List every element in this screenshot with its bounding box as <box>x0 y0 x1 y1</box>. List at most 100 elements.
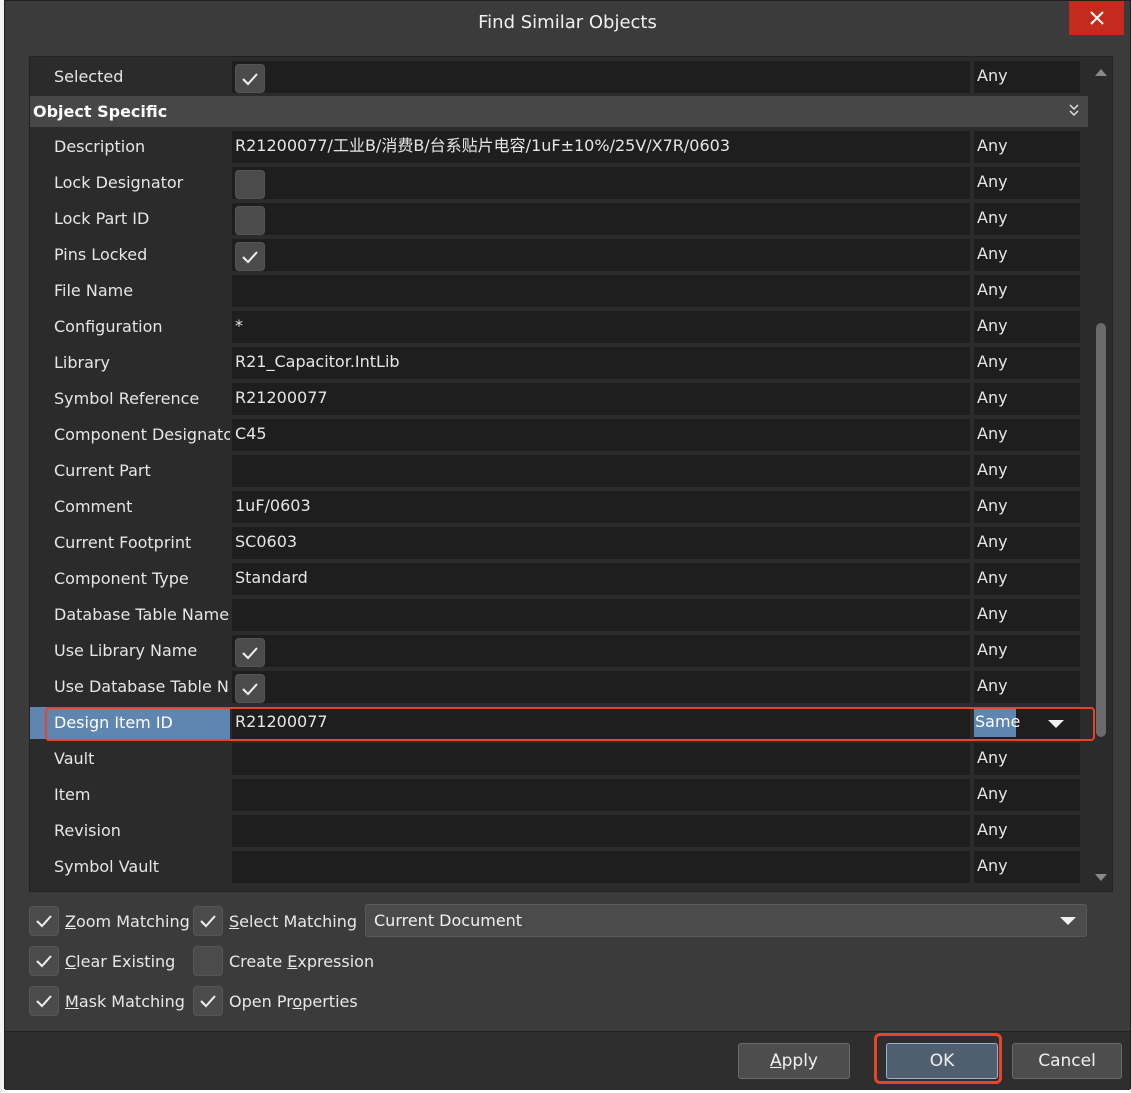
match-select[interactable]: Same <box>974 707 1080 739</box>
create-expression-option[interactable]: Create Expression <box>193 946 374 976</box>
match-select[interactable]: Any <box>974 635 1080 667</box>
property-value[interactable] <box>232 671 970 703</box>
selected-checkbox[interactable] <box>235 64 265 93</box>
property-label: Selected <box>54 67 124 86</box>
dropdown-arrow-icon[interactable] <box>1048 720 1064 728</box>
section-title: Object Specific <box>33 102 168 121</box>
property-label: Component Designator <box>54 425 230 444</box>
clear-existing-option[interactable]: Clear Existing <box>29 946 175 976</box>
apply-button[interactable]: Apply <box>738 1043 850 1079</box>
double-chevron-down-icon[interactable] <box>1068 96 1080 127</box>
property-label: Design Item ID <box>30 707 230 739</box>
property-label: Library <box>54 353 110 372</box>
property-checkbox[interactable] <box>235 674 265 703</box>
property-label: Symbol Reference <box>54 389 200 408</box>
match-select[interactable]: Any <box>974 815 1080 847</box>
property-value[interactable] <box>232 599 970 631</box>
check-icon <box>36 995 52 1008</box>
property-value[interactable]: R21200077 <box>232 383 970 415</box>
match-select[interactable]: Any <box>974 311 1080 343</box>
match-select[interactable]: Any <box>974 239 1080 271</box>
mask-matching-checkbox[interactable] <box>29 986 59 1016</box>
property-row: Lock Designator Any <box>30 167 1080 199</box>
property-checkbox[interactable] <box>235 170 265 199</box>
property-row: Database Table Name Any <box>30 599 1080 631</box>
property-row: Symbol Vault Any <box>30 851 1080 883</box>
property-label: Current Part <box>54 461 151 480</box>
check-icon <box>242 250 258 263</box>
select-matching-checkbox[interactable] <box>193 906 223 936</box>
match-select[interactable]: Any <box>974 563 1080 595</box>
create-expression-checkbox[interactable] <box>193 946 223 976</box>
clear-existing-checkbox[interactable] <box>29 946 59 976</box>
property-row: File Name Any <box>30 275 1080 307</box>
property-value[interactable] <box>232 815 970 847</box>
match-select[interactable]: Any <box>974 275 1080 307</box>
match-select[interactable]: Any <box>974 347 1080 379</box>
vertical-scrollbar[interactable] <box>1090 57 1112 891</box>
mask-matching-option[interactable]: Mask Matching <box>29 986 185 1016</box>
property-value[interactable]: C45 <box>232 419 970 451</box>
property-value[interactable]: Standard <box>232 563 970 595</box>
close-button[interactable] <box>1069 1 1124 35</box>
property-label: Comment <box>54 497 133 516</box>
match-select[interactable]: Any <box>974 491 1080 523</box>
property-value[interactable] <box>232 455 970 487</box>
property-value[interactable]: SC0603 <box>232 527 970 559</box>
property-value[interactable]: R21200077/工业B/消费B/台系贴片电容/1uF±10%/25V/X7R… <box>232 131 970 163</box>
open-properties-label: Open Properties <box>229 991 358 1011</box>
property-value[interactable] <box>232 275 970 307</box>
match-select[interactable]: Any <box>974 671 1080 703</box>
scroll-up-icon[interactable] <box>1095 69 1107 76</box>
property-row: Library R21_Capacitor.IntLib Any <box>30 347 1080 379</box>
property-value[interactable] <box>232 239 970 271</box>
match-select[interactable]: Any <box>974 743 1080 775</box>
match-select[interactable]: Any <box>974 599 1080 631</box>
property-label: Description <box>54 137 146 156</box>
check-icon <box>200 915 216 928</box>
scope-dropdown[interactable]: Current Document <box>365 904 1087 937</box>
open-properties-option[interactable]: Open Properties <box>193 986 358 1016</box>
check-icon <box>242 682 258 695</box>
ok-button[interactable]: OK <box>886 1043 998 1079</box>
property-label: Item <box>54 785 91 804</box>
property-value[interactable] <box>232 203 970 235</box>
property-value[interactable] <box>232 743 970 775</box>
scroll-thumb[interactable] <box>1096 323 1106 737</box>
zoom-matching-option[interactable]: Zoom Matching <box>29 906 190 936</box>
zoom-matching-checkbox[interactable] <box>29 906 59 936</box>
property-row: Revision Any <box>30 815 1080 847</box>
scope-value: Current Document <box>374 911 523 930</box>
property-value[interactable] <box>232 779 970 811</box>
property-value[interactable] <box>232 851 970 883</box>
property-value[interactable]: 1uF/0603 <box>232 491 970 523</box>
match-select[interactable]: Any <box>974 167 1080 199</box>
select-matching-option[interactable]: Select Matching <box>193 906 357 936</box>
property-row: Component Type Standard Any <box>30 563 1080 595</box>
property-checkbox[interactable] <box>235 206 265 235</box>
open-properties-checkbox[interactable] <box>193 986 223 1016</box>
match-select[interactable]: Any <box>974 779 1080 811</box>
match-select[interactable]: Any <box>974 383 1080 415</box>
section-object-specific[interactable]: Object Specific <box>30 96 1088 127</box>
match-select[interactable]: Any <box>974 61 1080 93</box>
property-value[interactable]: * <box>232 311 970 343</box>
property-value[interactable] <box>232 635 970 667</box>
property-value[interactable]: R21200077 <box>232 707 970 739</box>
zoom-matching-label: Zoom Matching <box>65 911 190 931</box>
match-select[interactable]: Any <box>974 131 1080 163</box>
scroll-down-icon[interactable] <box>1095 874 1107 881</box>
cancel-button[interactable]: Cancel <box>1012 1043 1122 1079</box>
property-checkbox[interactable] <box>235 638 265 667</box>
match-select[interactable]: Any <box>974 527 1080 559</box>
title-bar[interactable]: Find Similar Objects <box>5 1 1130 45</box>
property-value[interactable]: R21_Capacitor.IntLib <box>232 347 970 379</box>
match-select[interactable]: Any <box>974 203 1080 235</box>
property-row: Pins Locked Any <box>30 239 1080 271</box>
match-select[interactable]: Any <box>974 851 1080 883</box>
match-select[interactable]: Any <box>974 419 1080 451</box>
property-value[interactable] <box>232 167 970 199</box>
property-checkbox[interactable] <box>235 242 265 271</box>
property-value[interactable] <box>232 61 970 93</box>
match-select[interactable]: Any <box>974 455 1080 487</box>
